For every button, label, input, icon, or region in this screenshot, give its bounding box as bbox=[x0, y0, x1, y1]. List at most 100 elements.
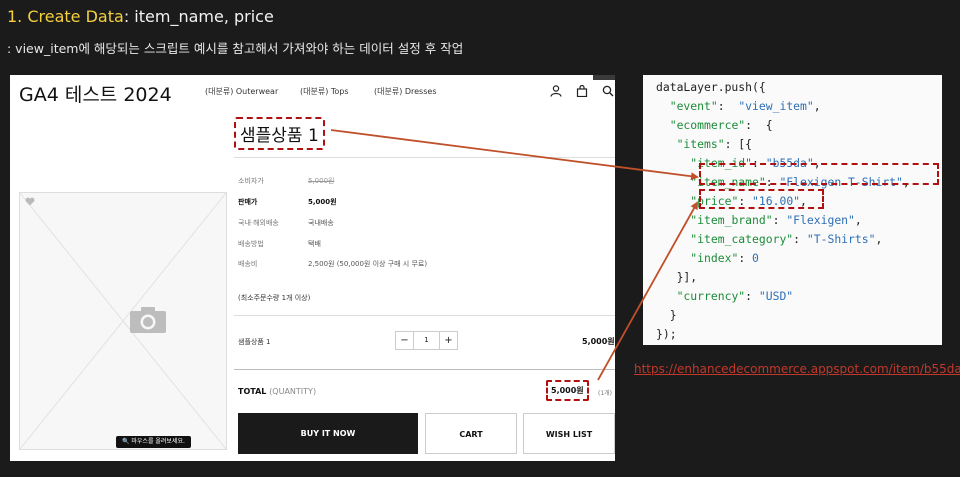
code-line: }); bbox=[656, 325, 677, 344]
shop-screenshot: GA4 테스트 2024 (대분류) Outerwear (대분류) Tops … bbox=[10, 75, 615, 461]
code-token: "items" bbox=[676, 137, 725, 151]
info-row-shipping-region: 국내·해외배송 국내배송 bbox=[238, 218, 334, 228]
nav-tops[interactable]: (대분류) Tops bbox=[300, 86, 349, 97]
heading-separator: : bbox=[123, 7, 135, 26]
info-row-consumer-price: 소비자가 5,000원 bbox=[238, 176, 334, 186]
slide-heading: 1. Create Data: item_name, price bbox=[7, 7, 274, 26]
code-line: dataLayer.push({ bbox=[656, 78, 766, 97]
source-link[interactable]: https://enhancedecommerce.appspot.com/it… bbox=[634, 362, 960, 376]
code-token: "Flexigen" bbox=[786, 213, 855, 227]
code-token: , bbox=[875, 232, 883, 246]
code-line: } bbox=[656, 306, 677, 325]
code-token: "item_category" bbox=[690, 232, 794, 246]
quantity-minus-button[interactable]: − bbox=[396, 332, 414, 349]
code-token: : bbox=[738, 251, 753, 265]
code-token: }], bbox=[656, 270, 698, 284]
zoom-icon: 🔍 bbox=[122, 438, 132, 445]
code-token: : { bbox=[745, 118, 773, 132]
info-label: 배송비 bbox=[238, 260, 258, 268]
nav-dresses[interactable]: (대분류) Dresses bbox=[374, 86, 437, 97]
cart-button[interactable]: CART bbox=[425, 413, 517, 454]
total-label: TOTAL (QUANTITY) bbox=[238, 387, 316, 396]
total-text: TOTAL bbox=[238, 387, 267, 396]
info-value: 국내배송 bbox=[308, 219, 334, 227]
code-line: "items": [{ bbox=[656, 135, 752, 154]
info-label: 소비자가 bbox=[238, 177, 264, 185]
code-line: }], bbox=[656, 268, 698, 287]
price-highlight bbox=[699, 189, 824, 209]
total-quantity-label: (QUANTITY) bbox=[269, 387, 317, 396]
zoom-hint: 🔍 마우스를 올려보세요. bbox=[116, 436, 191, 448]
quantity-stepper: − 1 + bbox=[395, 331, 458, 350]
divider bbox=[234, 369, 615, 370]
heading-text: item_name, price bbox=[134, 7, 274, 26]
image-placeholder-cross bbox=[20, 193, 226, 449]
divider bbox=[234, 157, 615, 158]
info-label: 국내·해외배송 bbox=[238, 219, 279, 227]
code-token: "item_brand" bbox=[690, 213, 773, 227]
info-value: 2,500원 (50,000원 이상 구매 시 무료) bbox=[308, 260, 428, 268]
code-token: , bbox=[813, 99, 821, 113]
code-line: "item_brand": "Flexigen", bbox=[656, 211, 862, 230]
slide-subheading: : view_item에 해당되는 스크립트 예시를 참고해서 가져와야 하는 … bbox=[7, 41, 464, 56]
info-value: 택배 bbox=[308, 240, 321, 248]
info-value: 5,000원 bbox=[308, 198, 337, 206]
code-token: }); bbox=[656, 327, 677, 341]
quantity-input[interactable]: 1 bbox=[414, 332, 439, 349]
info-row-shipping-method: 배송방법 택배 bbox=[238, 239, 321, 249]
total-price: 5,000원 bbox=[546, 380, 589, 401]
zoom-hint-text: 마우스를 올려보세요. bbox=[131, 438, 185, 445]
info-label: 배송방법 bbox=[238, 240, 264, 248]
code-token: "index" bbox=[690, 251, 739, 265]
code-token: : bbox=[717, 99, 739, 113]
code-line: "currency": "USD" bbox=[656, 287, 794, 306]
code-token: : bbox=[772, 213, 787, 227]
buy-now-button[interactable]: BUY IT NOW bbox=[238, 413, 418, 454]
wish-list-button[interactable]: WISH LIST bbox=[523, 413, 615, 454]
code-token: : [{ bbox=[724, 137, 753, 151]
code-token: : bbox=[793, 232, 807, 246]
code-token: "T-Shirts" bbox=[806, 232, 876, 246]
product-title: 샘플상품 1 bbox=[234, 117, 325, 150]
option-price: 5,000원 bbox=[582, 337, 615, 346]
code-token: "event" bbox=[669, 99, 718, 113]
info-label: 판매가 bbox=[238, 198, 258, 206]
code-token: : bbox=[745, 289, 759, 303]
info-row-sale-price: 판매가 5,000원 bbox=[238, 197, 337, 207]
bag-icon[interactable] bbox=[576, 85, 588, 97]
heart-icon[interactable] bbox=[25, 197, 35, 206]
product-image[interactable]: 🔍 마우스를 올려보세요. bbox=[19, 192, 227, 450]
info-row-shipping-fee: 배송비 2,500원 (50,000원 이상 구매 시 무료) bbox=[238, 259, 427, 269]
code-panel: dataLayer.push({ "event": "view_item", "… bbox=[643, 75, 942, 345]
total-count: (1개) bbox=[598, 390, 613, 397]
search-icon[interactable] bbox=[602, 85, 614, 97]
code-line: "ecommerce": { bbox=[656, 116, 773, 135]
heading-number: 1. Create Data bbox=[7, 7, 124, 26]
code-token: "view_item" bbox=[738, 99, 814, 113]
user-icon[interactable] bbox=[550, 85, 562, 97]
quantity-plus-button[interactable]: + bbox=[439, 332, 457, 349]
code-token: "USD" bbox=[758, 289, 794, 303]
camera-icon bbox=[130, 307, 166, 333]
code-token: } bbox=[656, 308, 677, 322]
code-token: dataLayer.push({ bbox=[656, 80, 766, 94]
code-token: 0 bbox=[752, 251, 759, 265]
shop-logo[interactable]: GA4 테스트 2024 bbox=[19, 80, 172, 107]
nav-outerwear[interactable]: (대분류) Outerwear bbox=[205, 86, 278, 97]
divider bbox=[234, 315, 615, 316]
option-name: 샘플상품 1 bbox=[238, 338, 271, 346]
code-line: "item_category": "T-Shirts", bbox=[656, 230, 882, 249]
code-token: , bbox=[854, 213, 862, 227]
info-value: 5,000원 bbox=[308, 177, 335, 185]
code-line: "event": "view_item", bbox=[656, 97, 821, 116]
code-line: "index": 0 bbox=[656, 249, 759, 268]
